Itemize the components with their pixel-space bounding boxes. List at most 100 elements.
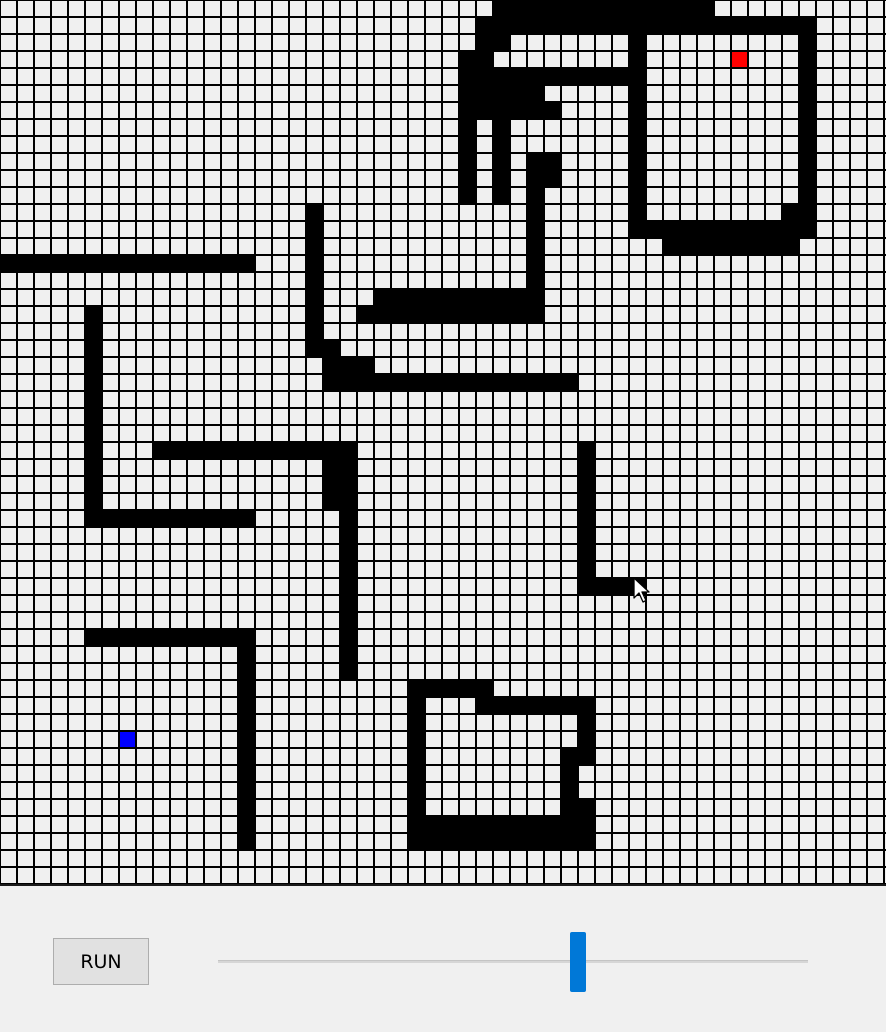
wall-cell bbox=[340, 612, 357, 629]
grid-line-h bbox=[0, 696, 886, 698]
wall-cell bbox=[408, 816, 595, 833]
grid-line-h bbox=[0, 220, 886, 222]
grid-line-h bbox=[0, 526, 886, 528]
wall-cell bbox=[238, 680, 255, 697]
wall-cell bbox=[527, 187, 544, 204]
wall-cell bbox=[578, 510, 595, 527]
wall-cell bbox=[340, 510, 357, 527]
wall-cell bbox=[340, 646, 357, 663]
speed-slider[interactable] bbox=[218, 930, 808, 994]
wall-cell bbox=[85, 306, 102, 323]
wall-cell bbox=[238, 714, 255, 731]
wall-cell bbox=[493, 119, 510, 136]
wall-cell bbox=[306, 204, 323, 221]
wall-cell bbox=[561, 765, 578, 782]
wall-cell bbox=[629, 136, 646, 153]
wall-cell bbox=[799, 153, 816, 170]
grid-line-h bbox=[0, 577, 886, 579]
grid-line-h bbox=[0, 373, 886, 375]
grid-line-h bbox=[0, 781, 886, 783]
wall-cell bbox=[340, 629, 357, 646]
grid-line-h bbox=[0, 679, 886, 681]
wall-cell bbox=[629, 187, 646, 204]
wall-cell bbox=[578, 527, 595, 544]
wall-cell bbox=[238, 748, 255, 765]
wall-cell bbox=[408, 833, 595, 850]
grid-line-h bbox=[0, 305, 886, 307]
grid-line-h bbox=[0, 747, 886, 749]
wall-cell bbox=[238, 697, 255, 714]
wall-cell bbox=[306, 289, 323, 306]
wall-cell bbox=[85, 374, 102, 391]
grid-line-h bbox=[0, 271, 886, 273]
grid-line-h bbox=[0, 33, 886, 35]
wall-cell bbox=[459, 119, 476, 136]
wall-cell bbox=[578, 442, 595, 459]
wall-cell bbox=[238, 731, 255, 748]
wall-cell bbox=[561, 782, 578, 799]
wall-cell bbox=[629, 204, 646, 221]
grid-line-h bbox=[0, 424, 886, 426]
run-button[interactable]: RUN bbox=[53, 938, 149, 985]
grid-line-h bbox=[0, 441, 886, 443]
wall-cell bbox=[799, 34, 816, 51]
wall-cell bbox=[238, 646, 255, 663]
wall-cell bbox=[306, 221, 323, 238]
target-cell bbox=[731, 51, 748, 68]
grid-canvas[interactable] bbox=[0, 0, 886, 884]
control-panel: RUN bbox=[0, 884, 886, 1032]
wall-cell bbox=[408, 765, 425, 782]
grid-line-h bbox=[0, 645, 886, 647]
grid-line-h bbox=[0, 84, 886, 86]
grid-line-h bbox=[0, 101, 886, 103]
wall-cell bbox=[408, 748, 425, 765]
grid-line-h bbox=[0, 169, 886, 171]
slider-track[interactable] bbox=[218, 960, 808, 963]
app-window: RUN bbox=[0, 0, 886, 1032]
slider-thumb[interactable] bbox=[569, 932, 586, 992]
grid-svg[interactable] bbox=[0, 0, 886, 884]
wall-cell bbox=[493, 153, 510, 170]
wall-cell bbox=[459, 136, 476, 153]
grid-line-h bbox=[0, 475, 886, 477]
grid-line-h bbox=[0, 288, 886, 290]
wall-cell bbox=[340, 578, 357, 595]
wall-cell bbox=[578, 561, 595, 578]
wall-cell bbox=[629, 102, 646, 119]
grid-line-h bbox=[0, 118, 886, 120]
grid-line-h bbox=[0, 322, 886, 324]
wall-cell bbox=[578, 476, 595, 493]
wall-cell bbox=[527, 221, 544, 238]
wall-cell bbox=[85, 340, 102, 357]
grid-line-h bbox=[0, 628, 886, 630]
wall-cell bbox=[799, 85, 816, 102]
grid-line-h bbox=[0, 16, 886, 18]
grid-line-h bbox=[0, 815, 886, 817]
wall-cell bbox=[799, 119, 816, 136]
wall-cell bbox=[340, 663, 357, 680]
grid-line-h bbox=[0, 186, 886, 188]
wall-cell bbox=[799, 170, 816, 187]
wall-cell bbox=[629, 51, 646, 68]
wall-cell bbox=[408, 782, 425, 799]
wall-cell bbox=[578, 459, 595, 476]
grid-line-h bbox=[0, 67, 886, 69]
wall-cell bbox=[527, 255, 544, 272]
grid-line-h bbox=[0, 50, 886, 52]
grid-line-h bbox=[0, 135, 886, 137]
grid-line-h bbox=[0, 254, 886, 256]
wall-cell bbox=[459, 170, 476, 187]
wall-cell bbox=[85, 493, 102, 510]
wall-cell bbox=[306, 272, 323, 289]
wall-cell bbox=[629, 85, 646, 102]
wall-cell bbox=[340, 595, 357, 612]
grid-line-h bbox=[0, 407, 886, 409]
wall-cell bbox=[85, 357, 102, 374]
wall-cell bbox=[306, 306, 323, 323]
wall-cell bbox=[578, 731, 595, 748]
wall-cell bbox=[238, 833, 255, 850]
grid-line-h bbox=[0, 203, 886, 205]
wall-cell bbox=[629, 153, 646, 170]
wall-cell bbox=[459, 68, 646, 85]
grid-line-h bbox=[0, 0, 886, 1]
